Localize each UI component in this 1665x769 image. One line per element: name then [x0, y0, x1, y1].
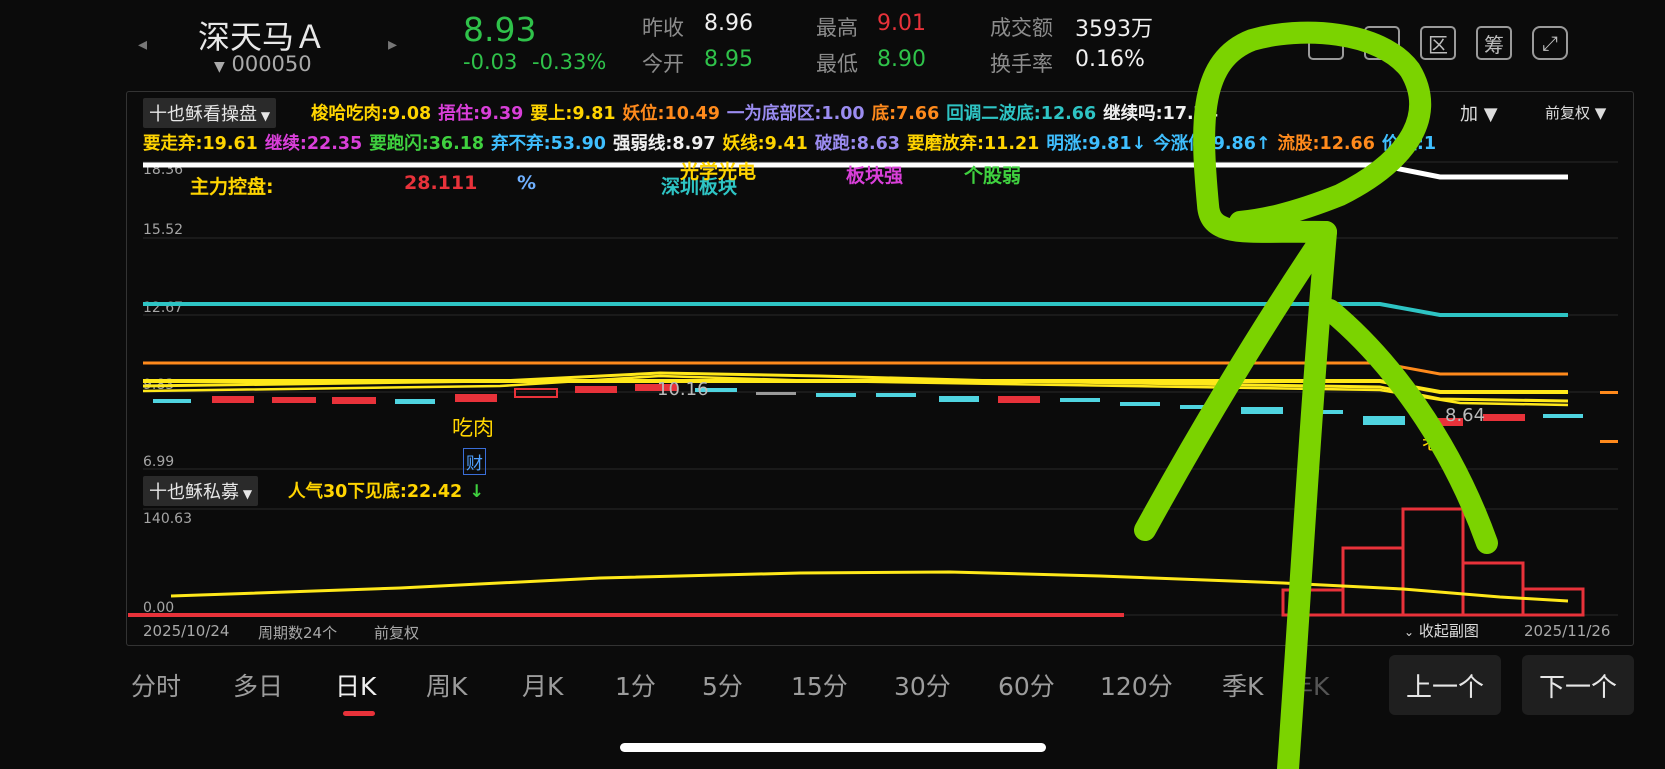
tab-8[interactable]: 30分	[894, 667, 951, 703]
main-control-label: 主力控盘:	[190, 176, 274, 198]
tab-0[interactable]: 分时	[131, 667, 181, 703]
period-count: 周期数24个	[258, 624, 338, 642]
candlestick-chart[interactable]	[0, 0, 1665, 769]
tab-11[interactable]: 季K	[1222, 667, 1263, 703]
next-stock-button[interactable]: 下一个	[1522, 655, 1634, 715]
orange-line	[143, 361, 1568, 376]
sub-chart-yellow-line	[170, 570, 1569, 603]
sub-chart-red-baseline	[128, 613, 1124, 617]
tab-12[interactable]: 年K	[1288, 667, 1329, 703]
footer-adjust: 前复权	[374, 624, 420, 642]
cyan-line	[143, 302, 1568, 317]
tab-5[interactable]: 1分	[615, 667, 656, 703]
sub-indicator-dropdown[interactable]: 十也稣私募 ▼	[143, 476, 259, 506]
tab-4[interactable]: 月K	[522, 667, 563, 703]
main-control-value: 28.111	[404, 172, 478, 194]
tab-2[interactable]: 日K	[335, 667, 376, 703]
sub-y-tick: 140.63	[143, 511, 192, 527]
start-date: 2025/10/24	[143, 622, 230, 640]
tab-3[interactable]: 周K	[426, 667, 467, 703]
tab-6[interactable]: 5分	[702, 667, 743, 703]
chevron-down-icon: ⌄	[1404, 625, 1415, 639]
finance-badge[interactable]: 财	[463, 448, 486, 475]
industry-label: 光学光电	[680, 161, 757, 183]
lao-signal: 老	[1422, 430, 1442, 454]
home-indicator[interactable]	[620, 743, 1046, 752]
high-price-annotation: 10.16	[657, 379, 709, 400]
tab-10[interactable]: 120分	[1100, 667, 1173, 703]
low-price-annotation: 8.64	[1445, 405, 1486, 426]
tab-1[interactable]: 多日	[233, 667, 283, 703]
tab-7[interactable]: 15分	[791, 667, 848, 703]
sub-y-tick: 0.00	[143, 600, 175, 616]
sub-indicator-value: 人气30下见底:22.42 ↓	[288, 482, 484, 502]
active-tab-indicator	[343, 711, 375, 716]
collapse-subchart-button[interactable]: ⌄ 收起副图	[1404, 620, 1479, 641]
prev-stock-button[interactable]: 上一个	[1389, 655, 1501, 715]
sector-strong-label: 板块强	[846, 165, 904, 187]
chirou-signal: 吃肉	[452, 416, 494, 440]
stock-weak-label: 个股弱	[964, 165, 1022, 187]
tab-9[interactable]: 60分	[998, 667, 1055, 703]
percent-sign: %	[517, 172, 537, 194]
end-date: 2025/11/26	[1524, 622, 1611, 640]
